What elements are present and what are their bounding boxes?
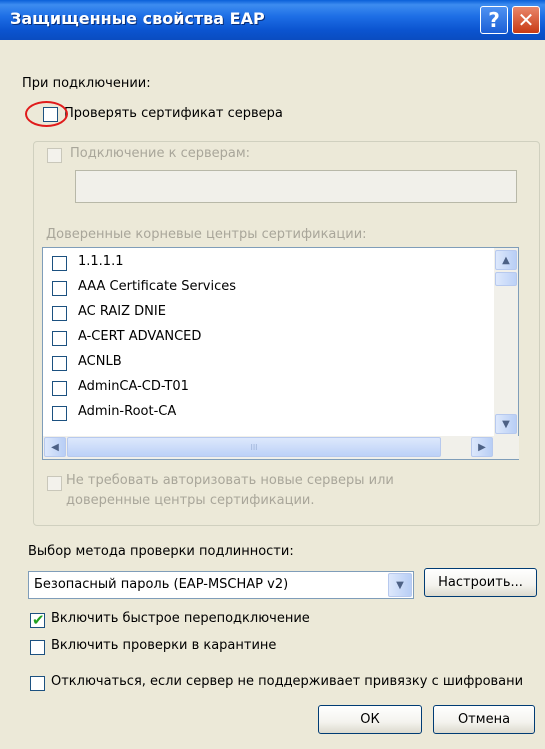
chevron-up-icon: ▲ [502, 254, 510, 266]
auth-method-value: Безопасный пароль (EAP-MSCHAP v2) [34, 577, 289, 592]
list-item-label: 1.1.1.1 [78, 254, 124, 269]
fast-reconnect-checkbox[interactable]: ✔ [30, 611, 45, 629]
scroll-down-button[interactable]: ▼ [495, 414, 517, 434]
eap-properties-dialog: Защищенные свойства EAP ? ✕ При подключе… [0, 0, 545, 749]
title-bar: Защищенные свойства EAP ? ✕ [0, 0, 545, 40]
close-icon: ✕ [517, 8, 535, 32]
fast-reconnect-label: Включить быстрое переподключение [51, 611, 310, 626]
scroll-left-button[interactable]: ◀ [44, 437, 66, 457]
no-prompt-checkbox[interactable] [47, 476, 62, 491]
chevron-down-icon: ▼ [396, 579, 404, 591]
list-item[interactable]: AC RAIZ DNIE [43, 300, 493, 325]
combo-dropdown-button[interactable]: ▼ [388, 573, 412, 597]
ok-button-label: ОК [360, 712, 380, 727]
help-icon: ? [488, 8, 500, 32]
list-item-checkbox[interactable] [52, 256, 67, 271]
check-icon: ✔ [32, 611, 45, 629]
quarantine-checkbox[interactable] [30, 640, 45, 655]
trusted-ca-label: Доверенные корневые центры сертификации: [46, 227, 367, 242]
verify-cert-label: Проверять сертификат сервера [64, 106, 283, 121]
vertical-scrollbar[interactable]: ▲ ▼ [494, 248, 518, 436]
configure-button-label: Настроить... [438, 575, 523, 590]
auth-method-select[interactable]: Безопасный пароль (EAP-MSCHAP v2) ▼ [28, 571, 414, 599]
list-item-checkbox[interactable] [52, 331, 67, 346]
help-button[interactable]: ? [480, 6, 508, 34]
list-item-checkbox[interactable] [52, 406, 67, 421]
list-item-checkbox[interactable] [52, 356, 67, 371]
servers-input[interactable] [75, 170, 517, 203]
list-item[interactable]: AAA Certificate Services [43, 275, 493, 300]
scroll-up-button[interactable]: ▲ [495, 250, 517, 270]
list-item-label: A-CERT ADVANCED [78, 329, 202, 344]
list-item-checkbox[interactable] [52, 381, 67, 396]
list-item-checkbox[interactable] [52, 306, 67, 321]
no-prompt-label-line1: Не требовать авторизовать новые серверы … [66, 473, 394, 488]
list-item-label: AC RAIZ DNIE [78, 304, 166, 319]
chevron-right-icon: ▶ [478, 441, 486, 453]
list-item[interactable]: 1.1.1.1 [43, 250, 493, 275]
list-item-label: ACNLB [78, 354, 122, 369]
red-highlight-ellipse [25, 101, 68, 127]
cancel-button[interactable]: Отмена [433, 705, 535, 734]
list-item-checkbox[interactable] [52, 281, 67, 296]
chevron-down-icon: ▼ [502, 418, 510, 430]
connect-servers-checkbox[interactable] [47, 148, 62, 163]
window-title: Защищенные свойства EAP [10, 9, 265, 28]
disconnect-binding-checkbox[interactable] [30, 676, 45, 691]
list-item[interactable]: A-CERT ADVANCED [43, 325, 493, 350]
chevron-left-icon: ◀ [51, 441, 59, 453]
quarantine-label: Включить проверки в карантине [51, 638, 277, 653]
list-item[interactable]: Admin-Root-CA [43, 400, 493, 425]
ok-button[interactable]: ОК [318, 705, 422, 734]
horizontal-scroll-thumb[interactable]: III [67, 437, 441, 457]
disconnect-binding-label: Отключаться, если сервер не поддерживает… [51, 674, 524, 689]
configure-button[interactable]: Настроить... [424, 568, 537, 597]
list-item-label: Admin-Root-CA [78, 404, 177, 419]
scroll-right-button[interactable]: ▶ [471, 437, 493, 457]
vertical-scroll-thumb[interactable] [495, 272, 517, 286]
on-connect-label: При подключении: [22, 76, 151, 91]
close-button[interactable]: ✕ [512, 6, 540, 34]
trusted-ca-list[interactable]: 1.1.1.1 AAA Certificate Services AC RAIZ… [42, 247, 519, 460]
list-item[interactable]: ACNLB [43, 350, 493, 375]
horizontal-scrollbar[interactable]: ◀ III ▶ [43, 436, 519, 459]
grip-icon: III [250, 442, 258, 452]
auth-method-label: Выбор метода проверки подлинности: [28, 544, 294, 559]
list-item[interactable]: AdminCA-CD-T01 [43, 375, 493, 400]
connect-servers-label: Подключение к серверам: [70, 146, 251, 161]
list-item-label: AdminCA-CD-T01 [78, 379, 189, 394]
cancel-button-label: Отмена [457, 712, 511, 727]
no-prompt-label-line2: доверенные центры сертификации. [66, 493, 315, 508]
list-item-label: AAA Certificate Services [78, 279, 237, 294]
